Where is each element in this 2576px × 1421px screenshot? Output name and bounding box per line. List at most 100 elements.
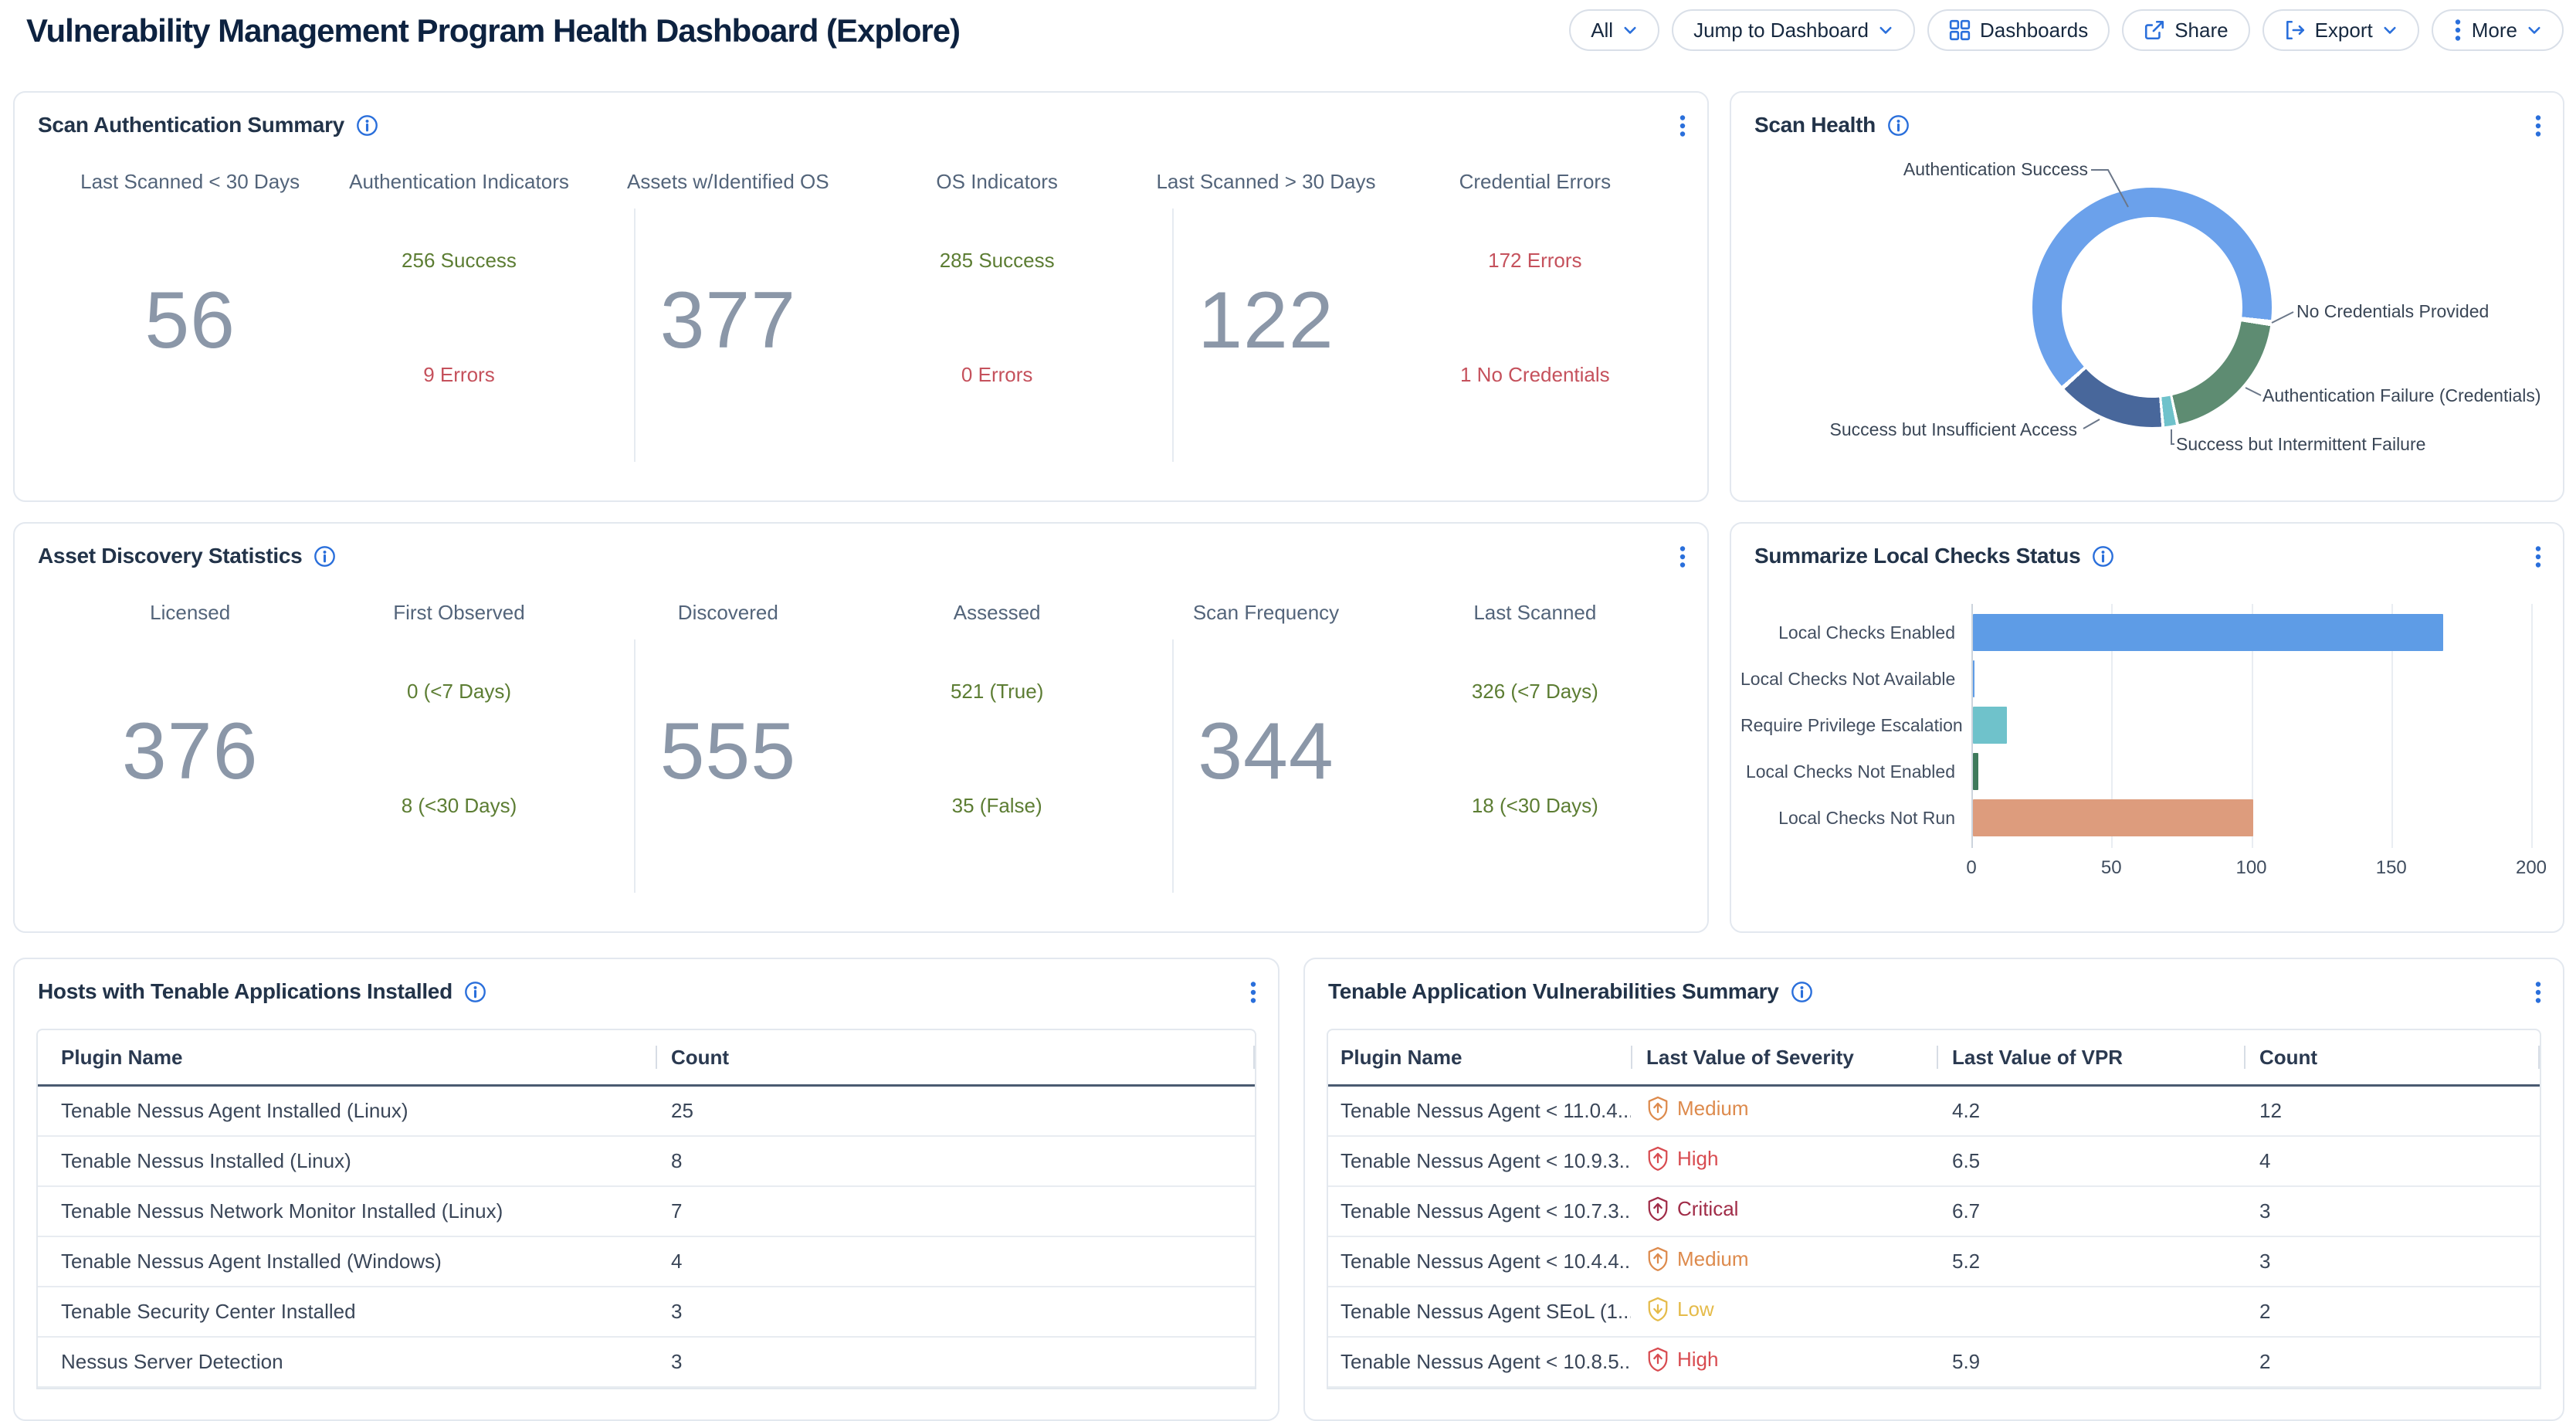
local-checks-bar-chart (1971, 604, 2531, 848)
severity-label: Low (1677, 1297, 1714, 1321)
stat-column-header: Last Scanned > 30 Days (1131, 170, 1400, 194)
table-header-row: Plugin NameLast Value of SeverityLast Va… (1328, 1030, 2540, 1087)
toolbar-button-jump-to-dashboard[interactable]: Jump to Dashboard (1672, 9, 1915, 51)
panel-menu-kebab-icon[interactable] (1244, 976, 1263, 1009)
severity-shield-icon (1646, 1297, 1669, 1321)
stat-value-line: 521 (True) (863, 680, 1131, 704)
plugin-name-cell: Tenable Nessus Agent < 10.4.4... (1328, 1250, 1631, 1273)
plugin-name-cell: Tenable Nessus Agent < 11.0.4... (1328, 1099, 1631, 1123)
severity-cell: Low (1631, 1297, 1937, 1327)
panel-menu-kebab-icon[interactable] (2529, 541, 2547, 573)
bar-category-label: Local Checks Not Enabled (1740, 761, 1955, 782)
severity-cell: Critical (1631, 1196, 1937, 1226)
table-row[interactable]: Tenable Nessus Agent < 11.0.4...Medium4.… (1328, 1087, 2540, 1137)
info-icon[interactable] (463, 980, 487, 1004)
count-cell: 4 (2244, 1149, 2540, 1173)
plugin-name-cell: Nessus Server Detection (38, 1350, 656, 1374)
plugin-name-cell: Tenable Security Center Installed (38, 1300, 656, 1324)
count-cell: 8 (656, 1149, 1255, 1173)
x-axis-tick-label: 200 (2516, 857, 2547, 879)
x-axis-tick-label: 0 (1966, 857, 1976, 879)
stat-column-header: Assessed (863, 601, 1131, 625)
table-header-row: Plugin NameCount (38, 1030, 1255, 1087)
info-icon[interactable] (355, 114, 379, 137)
stat-value-line: 0 Errors (863, 363, 1131, 387)
export-icon (2284, 19, 2306, 41)
toolbar-button-export[interactable]: Export (2262, 9, 2419, 51)
stat-column: Licensed376 (56, 601, 324, 894)
stat-value-line: 326 (<7 Days) (1401, 680, 1669, 704)
stat-value-line: 285 Success (863, 249, 1131, 273)
stat-column: Credential Errors172 Errors1 No Credenti… (1401, 170, 1669, 463)
panel-menu-kebab-icon[interactable] (1673, 110, 1692, 142)
table-row[interactable]: Tenable Nessus Installed (Linux)8 (38, 1137, 1255, 1187)
severity-label: Medium (1677, 1097, 1748, 1121)
panel-title: Summarize Local Checks Status (1754, 544, 2080, 568)
table-row[interactable]: Nessus Server Detection3 (38, 1338, 1255, 1388)
panel-tenable-application-vulnerabilities: Tenable Application Vulnerabilities Summ… (1303, 958, 2564, 1421)
panel-hosts-with-tenable-applications: Hosts with Tenable Applications Installe… (13, 958, 1280, 1421)
stat-column-header: Discovered (594, 601, 863, 625)
stat-column: Assessed521 (True)35 (False) (863, 601, 1131, 894)
stat-column: Last Scanned < 30 Days 56 (56, 170, 324, 463)
column-divider (634, 209, 636, 462)
column-header: Count (656, 1046, 1255, 1070)
column-divider (1172, 639, 1174, 893)
panel-menu-kebab-icon[interactable] (2529, 976, 2547, 1009)
plugin-name-cell: Tenable Nessus Network Monitor Installed… (38, 1199, 656, 1223)
stat-big-number: 56 (56, 270, 324, 371)
panel-menu-kebab-icon[interactable] (2529, 110, 2547, 142)
chevron-down-icon (1878, 24, 1893, 36)
bar-category-label: Local Checks Not Available (1740, 669, 1955, 690)
scan-health-donut-chart[interactable] (2032, 188, 2272, 427)
donut-slice-label: Success but Insufficient Access (1830, 419, 2077, 440)
severity-badge: Medium (1646, 1096, 1748, 1121)
toolbar-button-share[interactable]: Share (2122, 9, 2249, 51)
info-icon[interactable] (313, 544, 337, 568)
info-icon[interactable] (1886, 114, 1910, 137)
plugin-name-cell: Tenable Nessus Agent Installed (Linux) (38, 1099, 656, 1123)
column-divider (634, 639, 636, 893)
kebab-icon (2453, 19, 2462, 42)
count-cell: 3 (2244, 1250, 2540, 1273)
vpr-cell: 5.2 (1937, 1250, 2244, 1273)
table-row[interactable]: Tenable Nessus Agent < 10.7.3...Critical… (1328, 1187, 2540, 1237)
plugin-name-cell: Tenable Nessus Agent Installed (Windows) (38, 1250, 656, 1273)
vulnerabilities-table: Plugin NameLast Value of SeverityLast Va… (1327, 1029, 2541, 1389)
severity-shield-icon (1646, 1196, 1669, 1221)
severity-cell: Medium (1631, 1096, 1937, 1126)
toolbar-button-label: More (2472, 19, 2517, 42)
table-row[interactable]: Tenable Nessus Agent Installed (Linux)25 (38, 1087, 1255, 1137)
bar-require-privilege-escalation[interactable] (1973, 707, 2007, 744)
table-row[interactable]: Tenable Nessus Agent < 10.8.5...High5.92 (1328, 1338, 2540, 1388)
toolbar-button-label: Export (2315, 19, 2373, 42)
stat-column-header: Last Scanned < 30 Days (56, 170, 324, 194)
bar-local-checks-not-available[interactable] (1973, 660, 1974, 697)
stat-grid: Last Scanned < 30 Days56Authentication I… (56, 170, 1669, 463)
table-row[interactable]: Tenable Nessus Network Monitor Installed… (38, 1187, 1255, 1237)
severity-cell: High (1631, 1347, 1937, 1377)
bar-local-checks-not-enabled[interactable] (1973, 753, 1978, 790)
panel-title: Scan Health (1754, 113, 1876, 137)
table-row[interactable]: Tenable Security Center Installed3 (38, 1287, 1255, 1338)
table-row[interactable]: Tenable Nessus Agent SEoL (1...Low2 (1328, 1287, 2540, 1338)
stat-column-header: Assets w/Identified OS (594, 170, 863, 194)
bar-local-checks-enabled[interactable] (1973, 614, 2443, 651)
table-row[interactable]: Tenable Nessus Agent Installed (Windows)… (38, 1237, 1255, 1287)
table-row[interactable]: Tenable Nessus Agent < 10.4.4... Medium 5.… (1328, 1237, 2540, 1287)
info-icon[interactable] (1790, 980, 1814, 1004)
stat-column: First Observed0 (<7 Days)8 (<30 Days) (324, 601, 593, 894)
toolbar-button-all[interactable]: All (1569, 9, 1659, 51)
stat-value-line: 1 No Credentials (1401, 363, 1669, 387)
toolbar-button-dashboards[interactable]: Dashboards (1927, 9, 2110, 51)
bar-category-label: Local Checks Not Run (1740, 808, 1955, 829)
bar-local-checks-not-run[interactable] (1973, 799, 2253, 836)
severity-badge: Medium (1646, 1246, 1748, 1271)
bar-category-label: Local Checks Enabled (1740, 622, 1955, 643)
panel-menu-kebab-icon[interactable] (1673, 541, 1692, 573)
panel-scan-health: Scan Health Authentication SuccessNo Cre… (1730, 91, 2564, 502)
info-icon[interactable] (2091, 544, 2115, 568)
table-row[interactable]: Tenable Nessus Agent < 10.9.3...High6.54 (1328, 1137, 2540, 1187)
toolbar-button-more[interactable]: More (2432, 9, 2564, 51)
column-header: Last Value of VPR (1937, 1046, 2244, 1070)
